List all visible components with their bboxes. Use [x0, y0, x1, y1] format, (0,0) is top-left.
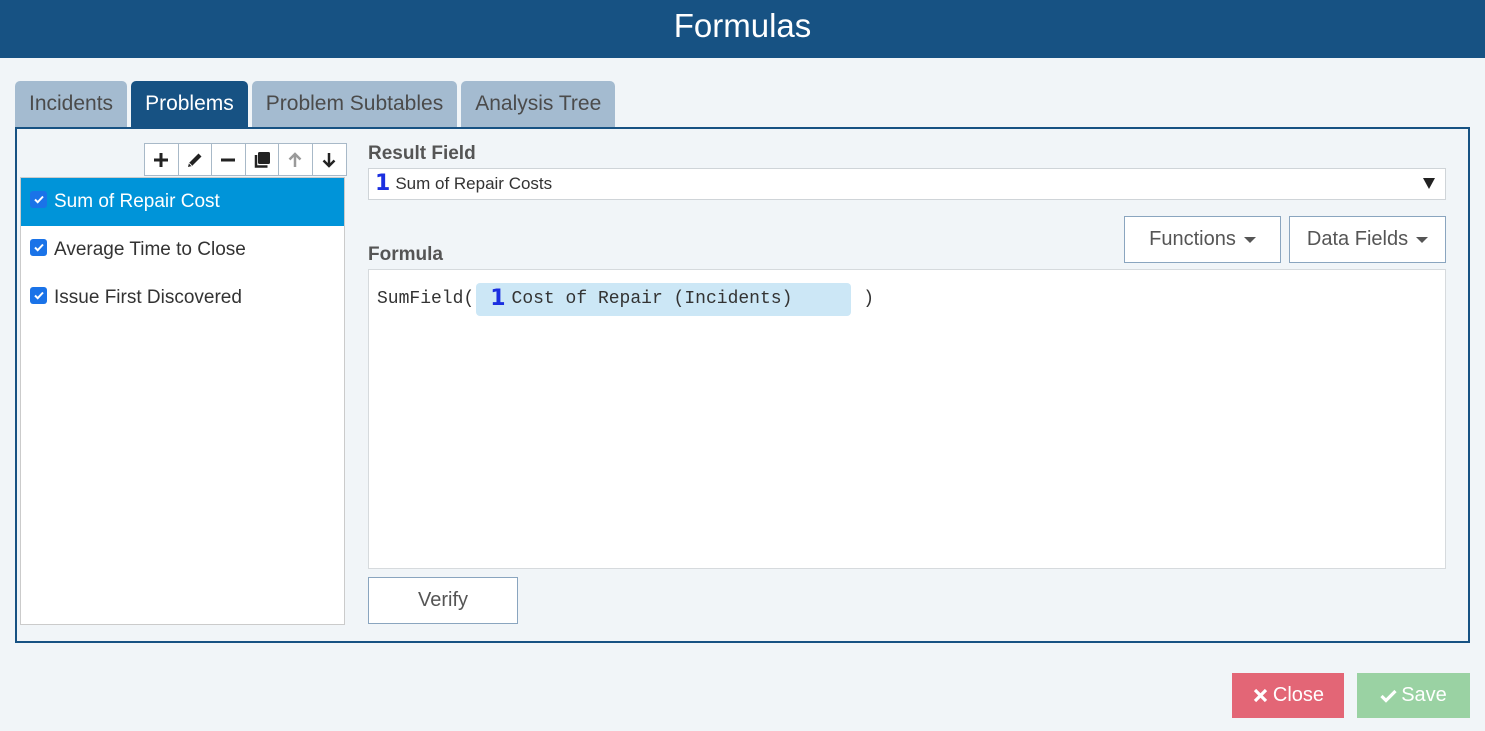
minus-icon — [221, 158, 236, 161]
close-label: Close — [1272, 684, 1325, 706]
checkbox[interactable] — [30, 190, 47, 208]
dropdown-caret-icon — [1423, 178, 1435, 189]
result-field-select[interactable]: 1 Sum of Repair Costs — [368, 168, 1446, 200]
formula-label: Formula — [368, 244, 443, 265]
result-field-label: Result Field — [368, 143, 476, 164]
duplicate-formula-button[interactable] — [246, 144, 279, 175]
pencil-icon — [187, 153, 202, 167]
field-token-text: Cost of Repair (Incidents) — [511, 289, 793, 309]
field-token[interactable]: 1 Cost of Repair (Incidents) — [476, 282, 852, 316]
verify-button[interactable]: Verify — [368, 577, 518, 624]
numeric-field-icon: 1 — [490, 286, 506, 311]
tab-incidents[interactable]: Incidents — [15, 81, 128, 128]
formula-list-item[interactable]: Issue First Discovered — [21, 274, 344, 322]
formula-list-item-label: Average Time to Close — [54, 239, 246, 260]
formula-list-item[interactable]: Average Time to Close — [21, 226, 344, 274]
check-icon — [33, 243, 44, 252]
formula-line: SumField( 1 Cost of Repair (Incidents) ) — [377, 282, 1437, 316]
arrow-down-icon — [322, 152, 336, 168]
save-label: Save — [1401, 684, 1447, 706]
check-icon — [33, 195, 44, 204]
formula-list-item[interactable]: Sum of Repair Cost — [21, 178, 344, 226]
caret-down-icon — [1243, 236, 1256, 243]
formula-suffix: ) — [863, 289, 875, 309]
data-fields-dropdown-button[interactable]: Data Fields — [1289, 216, 1446, 263]
result-field-value: Sum of Repair Costs — [395, 174, 553, 193]
tab-bar: Incidents Problems Problem Subtables Ana… — [15, 81, 619, 128]
dialog-title: Formulas — [673, 7, 812, 44]
data-fields-label: Data Fields — [1306, 228, 1409, 250]
dialog-header: Formulas — [0, 0, 1485, 58]
functions-label: Functions — [1149, 228, 1236, 250]
plus-icon — [154, 152, 169, 167]
formula-editor[interactable]: SumField( 1 Cost of Repair (Incidents) ) — [368, 269, 1446, 569]
formula-list-item-label: Sum of Repair Cost — [54, 191, 220, 212]
move-up-button[interactable] — [279, 144, 313, 175]
check-icon — [33, 291, 44, 300]
add-formula-button[interactable] — [145, 144, 179, 175]
checkbox[interactable] — [30, 286, 47, 304]
formula-prefix: SumField( — [377, 289, 475, 309]
close-icon — [1253, 688, 1268, 703]
copy-icon — [254, 151, 270, 168]
tab-problem-subtables[interactable]: Problem Subtables — [251, 81, 458, 128]
check-icon — [1380, 689, 1397, 703]
checkbox[interactable] — [30, 238, 47, 256]
tab-problems[interactable]: Problems — [131, 81, 248, 128]
formula-list: Sum of Repair Cost Average Time to Close… — [20, 177, 345, 625]
close-button[interactable]: Close — [1232, 673, 1344, 718]
formula-list-item-label: Issue First Discovered — [54, 287, 242, 308]
functions-dropdown-button[interactable]: Functions — [1124, 216, 1281, 263]
numeric-field-icon: 1 — [375, 171, 391, 196]
move-down-button[interactable] — [313, 144, 347, 175]
remove-formula-button[interactable] — [212, 144, 246, 175]
tab-analysis-tree[interactable]: Analysis Tree — [461, 81, 616, 128]
caret-down-icon — [1416, 236, 1429, 243]
edit-formula-button[interactable] — [179, 144, 212, 175]
formula-list-toolbar — [144, 143, 347, 176]
arrow-up-icon — [288, 151, 302, 167]
save-button[interactable]: Save — [1357, 673, 1470, 718]
